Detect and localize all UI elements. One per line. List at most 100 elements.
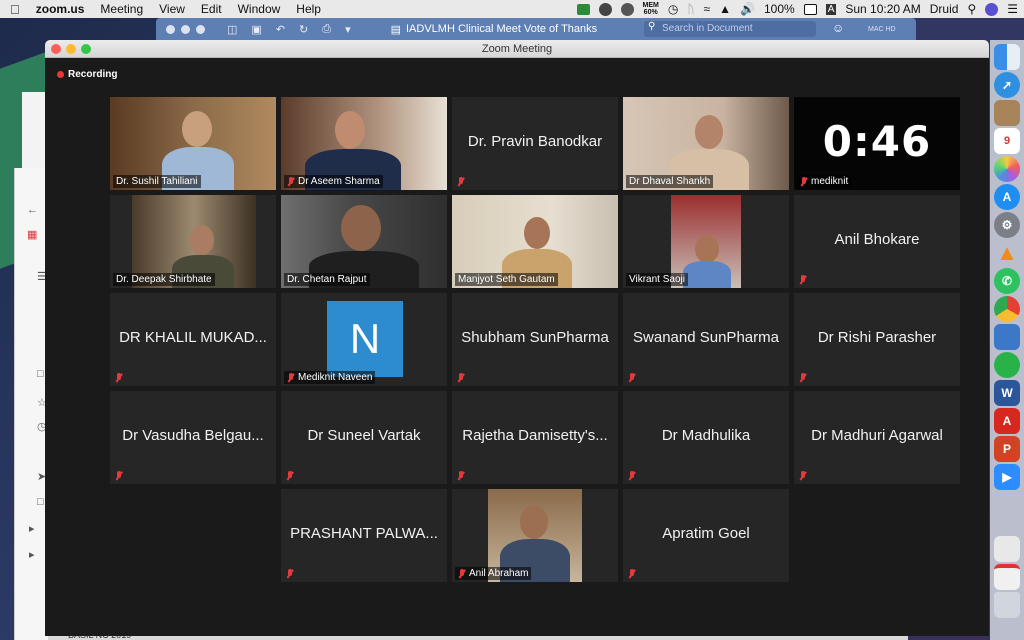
dock: ➚ 9 A ⚙ ▲ ✆ W A P ▶ — [990, 40, 1024, 640]
evernote-icon[interactable] — [994, 352, 1020, 378]
participant-tile[interactable]: Dr. Sushil Tahiliani — [110, 97, 276, 190]
chrome-icon[interactable] — [994, 296, 1020, 322]
close-window-button[interactable] — [51, 44, 61, 54]
fullscreen-window-button[interactable] — [81, 44, 91, 54]
participant-head — [182, 111, 212, 147]
participant-tile[interactable]: Swanand SunPharma — [623, 293, 789, 386]
participant-tile-active-speaker[interactable]: Dr. Chetan Rajput — [281, 195, 447, 288]
apple-menu-icon[interactable]:  — [10, 2, 20, 17]
participant-tile[interactable]: Anil Bhokare — [794, 195, 960, 288]
expand-icon-2[interactable]: ▸ — [29, 548, 35, 561]
participant-name: Dr. Deepak Shirbhate — [113, 273, 215, 286]
wifi-icon[interactable]: ≈ — [704, 2, 711, 16]
menu-help[interactable]: Help — [296, 2, 321, 16]
participant-tile[interactable]: Shubham SunPharma — [452, 293, 618, 386]
document-icon: ▤ — [390, 23, 401, 36]
print-icon[interactable]: ⎙ — [322, 23, 331, 36]
app-store-icon[interactable]: A — [994, 184, 1020, 210]
participant-head — [524, 217, 550, 249]
image-capture-icon[interactable] — [994, 324, 1020, 350]
zoom-status-icon[interactable] — [576, 3, 590, 15]
mail-document-icon[interactable] — [994, 564, 1020, 590]
participant-tile[interactable]: Dr Madhuri Agarwal — [794, 391, 960, 484]
participant-tile[interactable]: Dr Aseem Sharma — [281, 97, 447, 190]
document-window-controls[interactable] — [166, 24, 205, 34]
airplay-icon[interactable]: ▲ — [719, 2, 731, 16]
muted-mic-icon — [458, 568, 466, 579]
system-preferences-icon[interactable]: ⚙ — [994, 212, 1020, 238]
notification-center-icon[interactable]: ☰ — [1007, 2, 1018, 16]
minimize-window-button[interactable] — [66, 44, 76, 54]
battery-icon[interactable] — [803, 3, 817, 15]
siri-icon[interactable] — [985, 2, 999, 16]
participant-tile[interactable]: Vikrant Saoji — [623, 195, 789, 288]
participant-display-name: Dr Madhulika — [661, 427, 751, 444]
zoom-icon[interactable]: ▶ — [994, 464, 1020, 490]
menu-app-name[interactable]: zoom.us — [36, 2, 85, 16]
volume-icon[interactable]: 🔊 — [740, 2, 755, 16]
spotlight-icon[interactable]: ⚲ — [967, 2, 976, 16]
participant-tile[interactable]: PRASHANT PALWA... — [281, 489, 447, 582]
document-icon[interactable] — [994, 536, 1020, 562]
word-icon[interactable]: W — [994, 380, 1020, 406]
muted-mic-icon — [628, 373, 636, 383]
acrobat-icon[interactable]: A — [994, 408, 1020, 434]
file-icon[interactable]: □ — [37, 496, 44, 508]
undo-icon[interactable]: ↶ — [276, 23, 285, 36]
apps-grid-icon[interactable]: ▦ — [27, 228, 37, 241]
menu-view[interactable]: View — [159, 2, 185, 16]
input-source[interactable]: A — [825, 3, 837, 15]
user-name[interactable]: Druid — [930, 2, 959, 16]
whatsapp-icon[interactable]: ✆ — [994, 268, 1020, 294]
participant-tile[interactable]: Apratim Goel — [623, 489, 789, 582]
participant-name: Dr. Chetan Rajput — [284, 273, 370, 286]
participant-tile[interactable]: Dr Vasudha Belgau... — [110, 391, 276, 484]
memory-monitor[interactable]: MEM 60% — [643, 2, 659, 16]
calendar-icon[interactable]: 9 — [994, 128, 1020, 154]
cloud-icon[interactable] — [620, 2, 634, 16]
participant-tile[interactable]: Rajetha Damisetty's... — [452, 391, 618, 484]
participant-tile[interactable]: Dr Suneel Vartak — [281, 391, 447, 484]
recording-indicator[interactable]: Recording — [57, 69, 117, 80]
participant-tile[interactable]: Dr Madhulika — [623, 391, 789, 484]
inbox-icon[interactable]: □ — [37, 368, 44, 380]
participant-display-name: Apratim Goel — [662, 525, 750, 542]
feedback-smiley-icon[interactable]: ☺ — [832, 21, 844, 35]
document-window-toolbar: ◫ ▣ ↶ ↻ ⎙ ▾ ▤ IADVLMH Clinical Meet Vote… — [156, 18, 916, 40]
evernote-status-icon[interactable] — [598, 2, 612, 16]
document-search-input[interactable]: Search in Document — [644, 21, 816, 37]
menu-edit[interactable]: Edit — [201, 2, 222, 16]
menu-meeting[interactable]: Meeting — [100, 2, 143, 16]
menu-window[interactable]: Window — [238, 2, 281, 16]
participant-tile[interactable]: Dr Rishi Parasher — [794, 293, 960, 386]
participant-tile[interactable]: Anil Abraham — [452, 489, 618, 582]
participant-tile[interactable]: Manjyot Seth Gautam — [452, 195, 618, 288]
photos-icon[interactable] — [994, 156, 1020, 182]
participant-body — [683, 261, 731, 288]
back-arrow-icon[interactable]: ← — [27, 204, 38, 216]
participant-tile[interactable]: Dr Dhaval Shankh — [623, 97, 789, 190]
participant-tile[interactable]: N Mediknit Naveen — [281, 293, 447, 386]
vlc-icon[interactable]: ▲ — [994, 240, 1020, 266]
window-controls — [51, 44, 91, 54]
powerpoint-icon[interactable]: P — [994, 436, 1020, 462]
battery-percent[interactable]: 100% — [764, 2, 795, 16]
participant-tile[interactable]: DR KHALIL MUKAD... — [110, 293, 276, 386]
redo-icon[interactable]: ↻ — [299, 23, 308, 36]
time-machine-icon[interactable]: ◷ — [668, 2, 678, 16]
save-icon[interactable]: ▣ — [251, 23, 261, 36]
clock[interactable]: Sun 10:20 AM — [845, 2, 920, 16]
participant-name: Mediknit Naveen — [284, 371, 376, 384]
participant-tile[interactable]: Dr. Deepak Shirbhate — [110, 195, 276, 288]
zoom-titlebar[interactable]: Zoom Meeting — [45, 40, 989, 58]
trash-icon[interactable] — [994, 592, 1020, 618]
finder-icon[interactable] — [994, 44, 1020, 70]
sidebar-icon[interactable]: ◫ — [227, 23, 237, 36]
preview-icon[interactable] — [994, 100, 1020, 126]
bluetooth-icon[interactable]: ᚢ — [687, 2, 694, 16]
expand-icon[interactable]: ▸ — [29, 522, 35, 535]
safari-icon[interactable]: ➚ — [994, 72, 1020, 98]
participant-tile[interactable]: Dr. Pravin Banodkar — [452, 97, 618, 190]
timer-tile[interactable]: 0:46 mediknit — [794, 97, 960, 190]
customize-icon[interactable]: ▾ — [345, 23, 351, 36]
